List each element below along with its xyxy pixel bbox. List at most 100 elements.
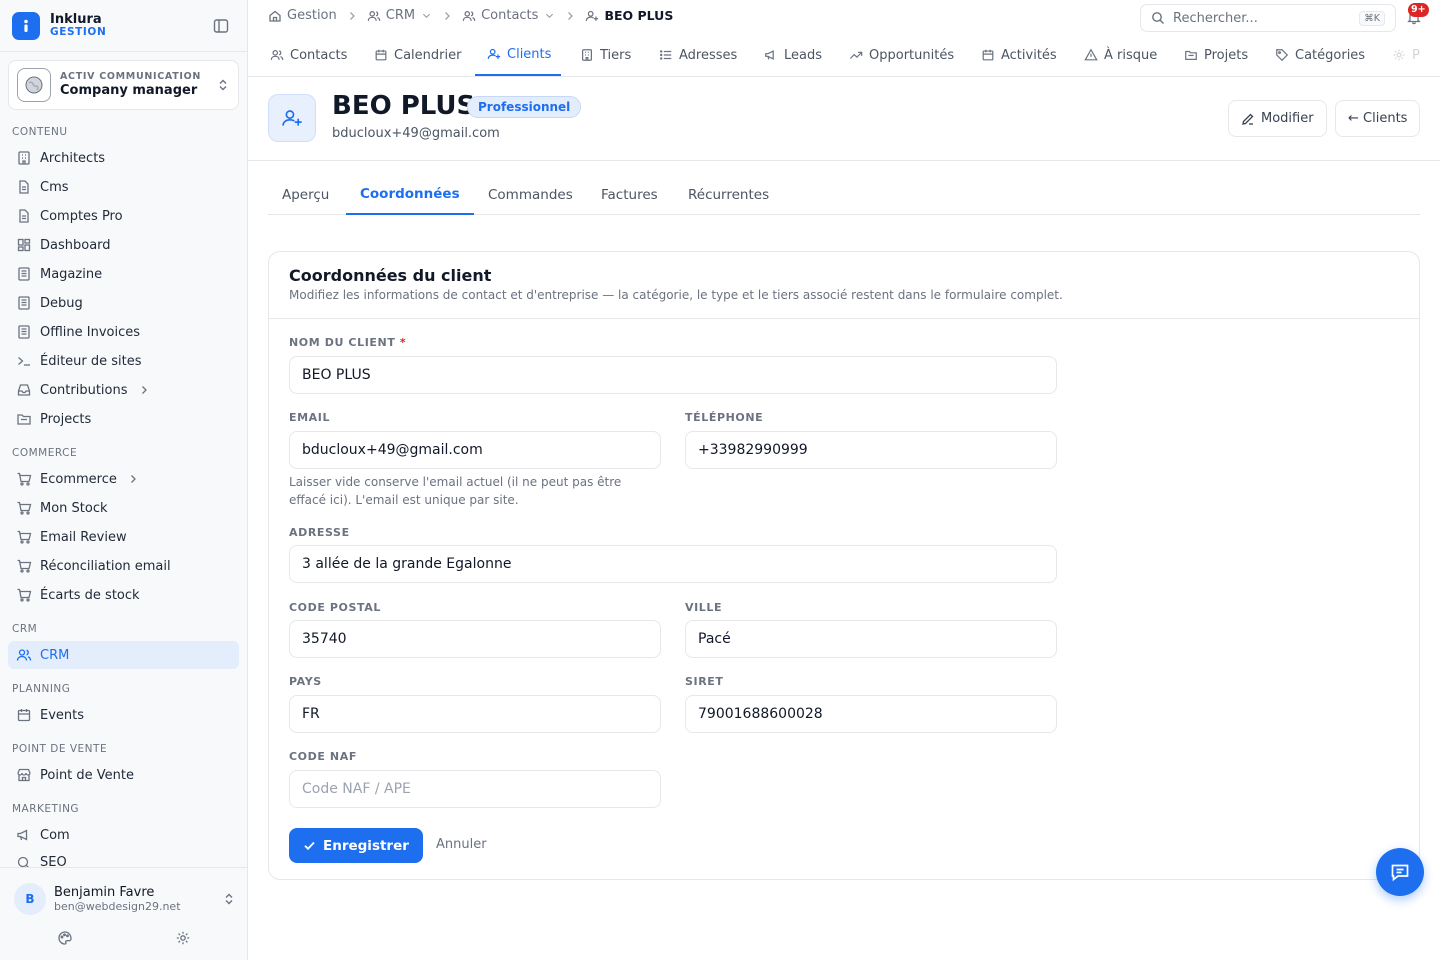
- building-icon: [16, 150, 32, 166]
- postal-code-field[interactable]: [289, 620, 661, 658]
- tab-label: P: [1412, 47, 1420, 63]
- sidebar-item-contributions[interactable]: Contributions: [8, 376, 239, 404]
- tab-overflow[interactable]: P: [1390, 34, 1422, 76]
- sidebar-item-label: Réconciliation email: [40, 558, 171, 574]
- tab-factures[interactable]: Factures: [601, 175, 658, 215]
- email-field[interactable]: [289, 431, 661, 469]
- tab-coordonnees[interactable]: Coordonnées: [346, 175, 474, 215]
- user-menu[interactable]: B Benjamin Favre ben@webdesign29.net: [14, 882, 236, 916]
- breadcrumb-label: Contacts: [481, 8, 539, 23]
- sidebar-item-projects[interactable]: Projects: [8, 405, 239, 433]
- avatar: B: [14, 883, 46, 915]
- sidebar-item-debug[interactable]: Debug: [8, 289, 239, 317]
- sidebar-item-point-de-vente[interactable]: Point de Vente: [8, 761, 239, 789]
- cancel-button[interactable]: Annuler: [436, 837, 487, 852]
- organization-switcher[interactable]: ACTIV COMMUNICATION Company manager: [8, 60, 239, 110]
- tab-tiers[interactable]: Tiers: [578, 34, 633, 76]
- client-name-input[interactable]: [289, 356, 1057, 394]
- users-icon: [462, 9, 476, 23]
- sidebar-item-architects[interactable]: Architects: [8, 144, 239, 172]
- section-label-contenu: CONTENU: [12, 126, 68, 138]
- section-label-point-de-vente: POINT DE VENTE: [12, 743, 108, 755]
- folder-icon: [16, 411, 32, 427]
- address-field[interactable]: [289, 545, 1057, 583]
- tab-label: Clients: [507, 46, 552, 62]
- user-plus-icon: [585, 9, 599, 23]
- file-text-icon: [16, 208, 32, 224]
- list-icon: [659, 48, 673, 62]
- siret-field[interactable]: [685, 695, 1057, 733]
- global-search[interactable]: ⌘K: [1140, 4, 1396, 32]
- sidebar-item-crm[interactable]: CRM: [8, 641, 239, 669]
- tab-apercu[interactable]: Aperçu: [282, 175, 329, 215]
- label-text: NOM DU CLIENT: [289, 336, 396, 349]
- sidebar-item-ecommerce[interactable]: Ecommerce: [8, 465, 239, 493]
- chevron-right-icon: [138, 384, 150, 396]
- palette-icon[interactable]: [57, 930, 73, 946]
- warning-triangle-icon: [1084, 48, 1098, 62]
- brand-name: Inklura: [50, 12, 102, 28]
- sidebar-item-com[interactable]: Com: [8, 821, 239, 849]
- settings-gear-icon[interactable]: [175, 930, 191, 946]
- tab-categories[interactable]: Catégories: [1273, 34, 1367, 76]
- breadcrumb-gestion[interactable]: Gestion: [268, 8, 337, 23]
- sidebar-item-offline-invoices[interactable]: Offline Invoices: [8, 318, 239, 346]
- tab-opportunites[interactable]: Opportunités: [847, 34, 956, 76]
- sidebar-collapse-icon[interactable]: [212, 17, 230, 35]
- breadcrumb-crm[interactable]: CRM: [367, 8, 432, 23]
- sidebar-item-cms[interactable]: Cms: [8, 173, 239, 201]
- tab-clients[interactable]: Clients: [475, 34, 562, 76]
- back-to-clients-button[interactable]: ← Clients: [1335, 100, 1421, 137]
- inbox-icon: [16, 382, 32, 398]
- sidebar-item-label: Contributions: [40, 382, 128, 398]
- sidebar-item-dashboard[interactable]: Dashboard: [8, 231, 239, 259]
- sidebar-item-magazine[interactable]: Magazine: [8, 260, 239, 288]
- chat-button[interactable]: [1376, 848, 1424, 896]
- sidebar-item-label: Architects: [40, 150, 106, 166]
- sidebar-item-comptes-pro[interactable]: Comptes Pro: [8, 202, 239, 230]
- tab-contacts[interactable]: Contacts: [268, 34, 349, 76]
- crm-module-tabs: Contacts Calendrier Clients Tiers Adress…: [248, 34, 1440, 77]
- sidebar-item-mon-stock[interactable]: Mon Stock: [8, 494, 239, 522]
- sidebar-item-events[interactable]: Events: [8, 701, 239, 729]
- sidebar-item-label: Offline Invoices: [40, 324, 141, 340]
- section-label-marketing: MARKETING: [12, 803, 80, 815]
- tab-recurrentes[interactable]: Récurrentes: [688, 175, 769, 215]
- sidebar-item-reconciliation-email[interactable]: Réconciliation email: [8, 552, 239, 580]
- chevron-right-icon: [441, 10, 453, 22]
- folder-icon: [1184, 48, 1198, 62]
- sidebar-item-editeur-de-sites[interactable]: Éditeur de sites: [8, 347, 239, 375]
- terminal-icon: [16, 353, 32, 369]
- sidebar-item-email-review[interactable]: Email Review: [8, 523, 239, 551]
- sidebar-item-label: SEO: [40, 855, 67, 867]
- breadcrumb-contacts[interactable]: Contacts: [462, 8, 555, 23]
- chevron-down-icon: [544, 10, 555, 21]
- city-field[interactable]: [685, 620, 1057, 658]
- tab-activites[interactable]: Activités: [979, 34, 1059, 76]
- brand-subtitle: GESTION: [50, 26, 107, 39]
- brand[interactable]: Inklura GESTION: [12, 10, 106, 42]
- button-label: Modifier: [1261, 111, 1314, 126]
- tab-label: Opportunités: [869, 47, 955, 63]
- page-title: BEO PLUS: [332, 91, 476, 121]
- sidebar-item-seo[interactable]: SEO: [8, 850, 239, 867]
- tab-a-risque[interactable]: À risque: [1082, 34, 1159, 76]
- naf-code-field[interactable]: [289, 770, 661, 808]
- tab-projets[interactable]: Projets: [1182, 34, 1250, 76]
- edit-button[interactable]: Modifier: [1228, 100, 1327, 137]
- divider: [0, 51, 247, 52]
- button-label: Enregistrer: [323, 837, 409, 854]
- tab-leads[interactable]: Leads: [762, 34, 824, 76]
- calendar-icon: [16, 707, 32, 723]
- tab-adresses[interactable]: Adresses: [657, 34, 739, 76]
- search-input[interactable]: [1173, 10, 1353, 26]
- phone-field[interactable]: [685, 431, 1057, 469]
- tab-calendrier[interactable]: Calendrier: [372, 34, 463, 76]
- sidebar-item-label: Comptes Pro: [40, 208, 123, 224]
- save-button[interactable]: Enregistrer: [289, 828, 423, 863]
- tab-commandes[interactable]: Commandes: [488, 175, 573, 215]
- field-label-naf: CODE NAF: [289, 750, 357, 763]
- sidebar-item-label: Events: [40, 707, 85, 723]
- country-field[interactable]: [289, 695, 661, 733]
- sidebar-item-ecarts-de-stock[interactable]: Écarts de stock: [8, 581, 239, 609]
